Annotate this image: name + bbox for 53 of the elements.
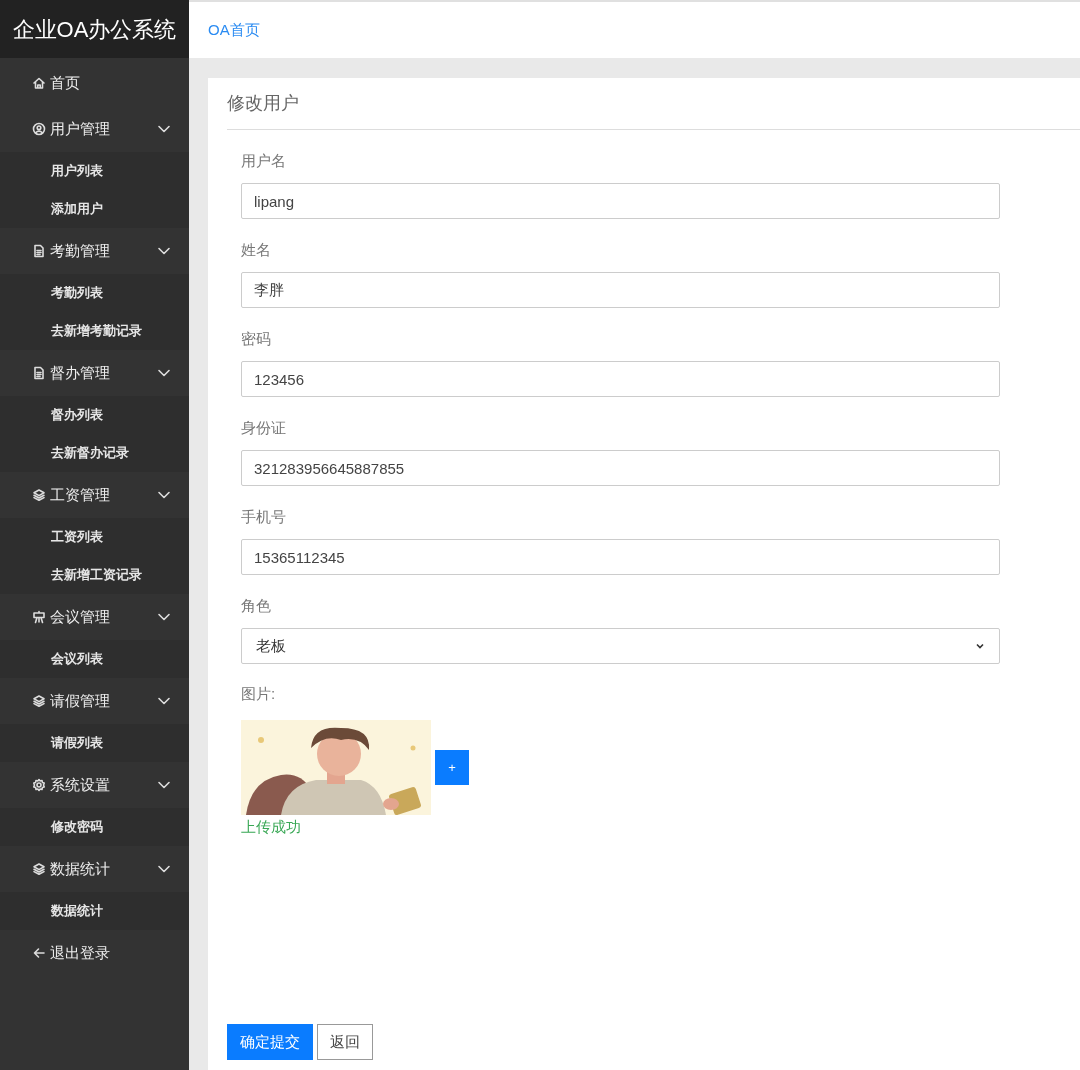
menu-group[interactable]: 会议管理 (0, 594, 189, 640)
arrow-left-icon (32, 946, 46, 960)
menu-group[interactable]: 工资管理 (0, 472, 189, 518)
input-field[interactable]: 李胖 (241, 272, 1000, 308)
back-button[interactable]: 返回 (317, 1024, 373, 1060)
menu-item[interactable]: 首页 (0, 60, 189, 106)
submenu-item[interactable]: 考勤列表 (0, 274, 189, 312)
submit-button[interactable]: 确定提交 (227, 1024, 313, 1060)
input-field[interactable]: 123456 (241, 361, 1000, 397)
upload-status: 上传成功 (241, 816, 302, 837)
select-field[interactable]: 老板 (241, 628, 1000, 664)
breadcrumb-link[interactable]: OA首页 (208, 18, 260, 42)
menu-item[interactable]: 退出登录 (0, 930, 189, 976)
settings-icon (32, 778, 46, 792)
submenu-item[interactable]: 督办列表 (0, 396, 189, 434)
app-title: 企业OA办公系统 (0, 0, 189, 58)
field-label: 密码 (241, 329, 272, 350)
menu-group[interactable]: 系统设置 (0, 762, 189, 808)
field-label: 手机号 (241, 507, 287, 528)
input-field[interactable]: 15365112345 (241, 539, 1000, 575)
submenu-item[interactable]: 添加用户 (0, 190, 189, 228)
submenu-item[interactable]: 工资列表 (0, 518, 189, 556)
menu-group[interactable]: 用户管理 (0, 106, 189, 152)
submenu-item[interactable]: 用户列表 (0, 152, 189, 190)
layers-icon (32, 862, 46, 876)
layers-icon (32, 488, 46, 502)
user-icon (32, 122, 46, 136)
menu-group[interactable]: 请假管理 (0, 678, 189, 724)
field-label: 用户名 (241, 151, 287, 172)
submenu-item[interactable]: 修改密码 (0, 808, 189, 846)
submenu-item[interactable]: 去新督办记录 (0, 434, 189, 472)
input-field[interactable]: 321283956645887855 (241, 450, 1000, 486)
menu-group[interactable]: 督办管理 (0, 350, 189, 396)
document-icon (32, 244, 46, 258)
menu-group[interactable]: 考勤管理 (0, 228, 189, 274)
field-label: 图片: (241, 683, 277, 704)
chevron-icon (975, 641, 985, 651)
upload-button[interactable]: + (435, 750, 469, 785)
field-label: 角色 (241, 596, 272, 617)
home-icon (32, 76, 46, 90)
submenu-item[interactable]: 去新增考勤记录 (0, 312, 189, 350)
menu-group[interactable]: 数据统计 (0, 846, 189, 892)
submenu-item[interactable]: 去新增工资记录 (0, 556, 189, 594)
layers-icon (32, 694, 46, 708)
field-label: 姓名 (241, 240, 272, 261)
document-icon (32, 366, 46, 380)
podium-icon (32, 610, 46, 624)
field-label: 身份证 (241, 418, 287, 439)
input-field[interactable]: lipang (241, 183, 1000, 219)
submenu-item[interactable]: 请假列表 (0, 724, 189, 762)
submenu-item[interactable]: 会议列表 (0, 640, 189, 678)
form-title: 修改用户 (227, 78, 1080, 130)
submenu-item[interactable]: 数据统计 (0, 892, 189, 930)
